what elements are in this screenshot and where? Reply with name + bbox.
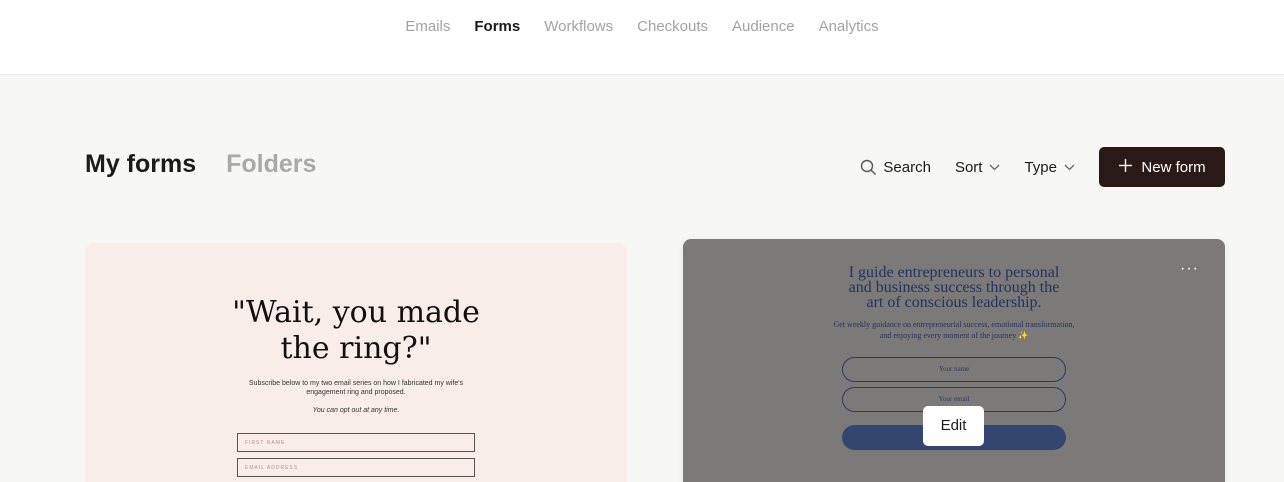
- nav-tab-analytics[interactable]: Analytics: [819, 18, 879, 36]
- nav-tab-forms[interactable]: Forms: [474, 18, 520, 36]
- form-preview-subtext: Get weekly guidance on entrepreneurial s…: [833, 320, 1075, 340]
- top-navigation: Emails Forms Workflows Checkouts Audienc…: [0, 0, 1284, 75]
- name-field: Your name: [842, 357, 1066, 382]
- headline-line: I guide entrepreneurs to personal: [848, 264, 1060, 281]
- more-options-icon[interactable]: ···: [1180, 261, 1199, 277]
- form-preview-headline: "Wait, you made the ring?": [85, 295, 627, 367]
- folders-tab[interactable]: Folders: [226, 150, 316, 179]
- headline-line: art of conscious leadership.: [866, 294, 1042, 311]
- chevron-down-icon: [1064, 164, 1075, 171]
- headline-line: the ring?": [280, 331, 432, 366]
- first-name-field: FIRST NAME: [237, 433, 475, 452]
- nav-tab-checkouts[interactable]: Checkouts: [637, 18, 708, 36]
- headline-line: and business success through the: [848, 279, 1060, 296]
- sort-dropdown[interactable]: Sort: [955, 159, 1001, 176]
- page-title: My forms: [85, 150, 197, 178]
- search-label: Search: [883, 158, 931, 176]
- form-preview-subtext: Subscribe below to my two email series o…: [248, 380, 464, 396]
- form-card[interactable]: "Wait, you made the ring?" Subscribe bel…: [85, 243, 627, 482]
- type-label: Type: [1024, 158, 1057, 176]
- form-preview-note: You can opt out at any time.: [312, 407, 400, 414]
- page-heading: My forms Folders: [85, 150, 316, 179]
- nav-tabs: Emails Forms Workflows Checkouts Audienc…: [0, 18, 1284, 36]
- nav-tab-workflows[interactable]: Workflows: [544, 18, 613, 36]
- nav-tab-audience[interactable]: Audience: [732, 18, 795, 36]
- forms-toolbar: Search Sort Type New form: [860, 147, 1225, 187]
- sort-label: Sort: [954, 158, 983, 176]
- edit-button[interactable]: Edit: [923, 406, 984, 446]
- type-dropdown[interactable]: Type: [1024, 159, 1075, 176]
- form-preview-headline: I guide entrepreneurs to personal and bu…: [683, 264, 1225, 311]
- new-form-label: New form: [1141, 158, 1206, 176]
- search-icon: [860, 159, 877, 176]
- email-address-field: EMAIL ADDRESS: [237, 458, 475, 477]
- form-card[interactable]: I guide entrepreneurs to personal and bu…: [683, 239, 1225, 482]
- nav-tab-emails[interactable]: Emails: [405, 18, 450, 36]
- new-form-button[interactable]: New form: [1099, 147, 1225, 187]
- plus-icon: [1118, 158, 1133, 177]
- search-button[interactable]: Search: [860, 159, 931, 176]
- headline-line: "Wait, you made: [232, 295, 480, 330]
- chevron-down-icon: [989, 164, 1000, 171]
